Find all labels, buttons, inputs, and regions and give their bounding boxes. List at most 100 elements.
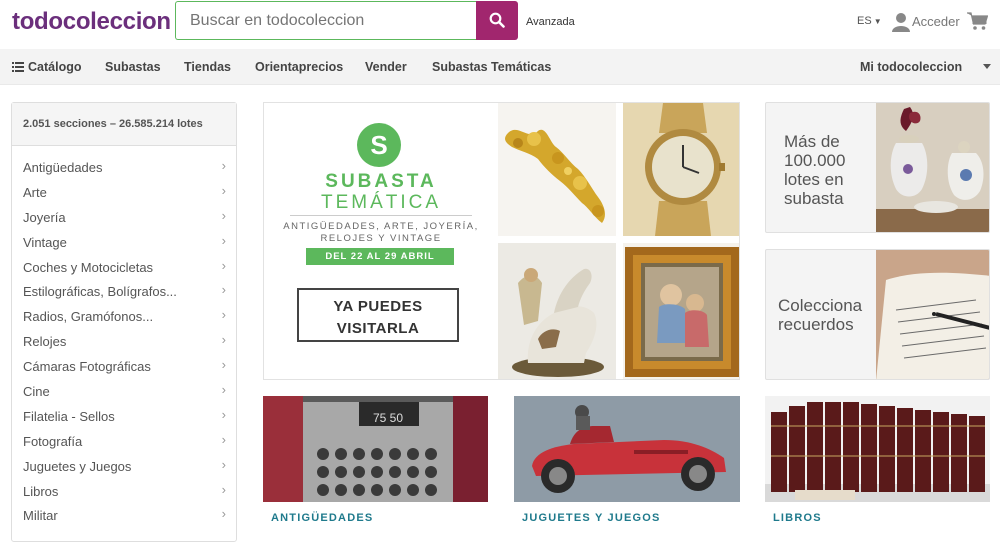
category-label: Relojes: [23, 334, 67, 350]
category-label: Cine: [23, 384, 50, 400]
chevron-right-icon: ›: [221, 207, 226, 223]
toy-race-car-image: [514, 396, 740, 502]
promo-text: Colecciona recuerdos: [778, 296, 862, 334]
divider: [290, 215, 472, 216]
tile-juguetes-y-juegos[interactable]: JUGUETES Y JUEGOS: [514, 396, 740, 530]
nav-mi-todocoleccion[interactable]: Mi todocoleccion: [860, 60, 962, 74]
chevron-right-icon: ›: [221, 232, 226, 248]
category-label: Joyería: [23, 209, 66, 225]
user-icon[interactable]: [892, 12, 910, 32]
chevron-right-icon: ›: [221, 182, 226, 198]
chevron-right-icon: ›: [221, 406, 226, 422]
account-caret-icon[interactable]: [983, 64, 991, 69]
tile-libros[interactable]: LIBROS: [765, 396, 990, 530]
category-label: Radios, Gramófonos...: [23, 309, 154, 325]
nav-subastas[interactable]: Subastas: [105, 60, 161, 74]
logo[interactable]: todocoleccion: [12, 8, 171, 36]
nav-orientaprecios[interactable]: Orientaprecios: [255, 60, 343, 74]
category-label: Juguetes y Juegos: [23, 458, 132, 474]
category-item[interactable]: Militar ›: [12, 500, 236, 525]
list-icon: [12, 62, 24, 72]
promo-text: Más de 100.000 lotes en subasta: [784, 132, 845, 208]
category-item[interactable]: Coches y Motocicletas ›: [12, 252, 236, 277]
svg-text:75 50: 75 50: [373, 411, 403, 425]
chevron-right-icon: ›: [221, 506, 226, 522]
nav-tiendas[interactable]: Tiendas: [184, 60, 231, 74]
caret-down-icon: ▼: [873, 17, 882, 26]
category-list: Antigüedades › Arte › Joyería › Vintage › Co…: [12, 146, 236, 525]
category-item[interactable]: Antigüedades ›: [12, 152, 236, 177]
chevron-right-icon: ›: [221, 431, 226, 447]
category-item[interactable]: Joyería ›: [12, 202, 236, 227]
banner-subtitle: ANTIGÜEDADES, ARTE, JOYERÍA, RELOJES Y V…: [283, 221, 479, 244]
language-label: ES: [857, 15, 872, 27]
search-input[interactable]: [175, 1, 476, 40]
top-bar: todocoleccion Avanzada ES▼ Acceder: [0, 0, 1000, 48]
category-item[interactable]: Fotografía ›: [12, 426, 236, 451]
letter-and-pen-image: [876, 250, 989, 379]
sidebar-header: 2.051 secciones – 26.585.214 lotes: [12, 103, 236, 146]
subasta-logo-icon: S: [357, 123, 401, 167]
category-label: Libros: [23, 483, 59, 499]
nav-subastas-tematicas[interactable]: Subastas Temáticas: [432, 60, 551, 74]
language-selector[interactable]: ES ▼: [857, 15, 882, 27]
tile-caption: LIBROS: [773, 512, 822, 524]
login-link[interactable]: Acceder: [912, 14, 960, 29]
search-button[interactable]: [476, 1, 518, 40]
category-item[interactable]: Cámaras Fotográficas ›: [12, 351, 236, 376]
nav-catalogo-label: Catálogo: [28, 60, 82, 74]
promo-collect-memories[interactable]: Colecciona recuerdos: [765, 249, 990, 380]
chevron-right-icon: ›: [221, 307, 226, 323]
category-label: Antigüedades: [23, 160, 103, 175]
chevron-right-icon: ›: [221, 282, 226, 298]
books-image: [765, 396, 990, 502]
banner-dates: DEL 22 AL 29 ABRIL: [306, 248, 454, 265]
category-label: Estilográficas, Bolígrafos...: [23, 284, 177, 300]
promo-auction-lots[interactable]: Más de 100.000 lotes en subasta: [765, 102, 990, 233]
tile-caption: ANTIGÜEDADES: [271, 512, 374, 524]
auction-banner[interactable]: S SUBASTA TEMÁTICA ANTIGÜEDADES, ARTE, J…: [263, 102, 740, 380]
category-item[interactable]: Libros ›: [12, 476, 236, 501]
tile-antiguedades[interactable]: 75 50 ANTIGÜEDADES: [263, 396, 488, 530]
chevron-right-icon: ›: [221, 158, 226, 173]
cart-icon[interactable]: [967, 12, 988, 31]
main-nav: Catálogo Subastas Tiendas Orientaprecios…: [0, 49, 1000, 85]
category-label: Fotografía: [23, 433, 83, 449]
category-item[interactable]: Relojes ›: [12, 326, 236, 351]
category-label: Arte: [23, 184, 47, 200]
promo-line: lotes en: [784, 170, 844, 189]
category-item[interactable]: Vintage ›: [12, 227, 236, 252]
promo-line: subasta: [784, 189, 844, 208]
visit-button-line2: VISITARLA: [336, 320, 420, 337]
porcelain-vases-image: [876, 103, 989, 232]
category-sidebar: 2.051 secciones – 26.585.214 lotes Antig…: [11, 102, 237, 542]
banner-title-2: TEMÁTICA: [320, 192, 442, 213]
search-icon: [489, 12, 505, 28]
visit-button[interactable]: YA PUEDES VISITARLA: [297, 288, 459, 342]
category-item[interactable]: Arte ›: [12, 177, 236, 202]
promo-line: Más de: [784, 132, 840, 151]
nav-vender[interactable]: Vender: [365, 60, 407, 74]
category-label: Militar: [23, 508, 58, 524]
chevron-right-icon: ›: [221, 456, 226, 472]
cash-register-image: 75 50: [263, 396, 488, 502]
wristwatch-image: [623, 103, 739, 236]
category-item[interactable]: Radios, Gramófonos... ›: [12, 301, 236, 326]
nav-catalogo[interactable]: Catálogo: [12, 60, 81, 74]
tile-caption: JUGUETES Y JUEGOS: [522, 512, 661, 524]
category-item[interactable]: Estilográficas, Bolígrafos... ›: [12, 276, 236, 301]
chevron-right-icon: ›: [221, 357, 226, 373]
category-label: Filatelia - Sellos: [23, 408, 115, 424]
category-label: Coches y Motocicletas: [23, 259, 154, 275]
porcelain-horse-figure-image: [498, 243, 616, 379]
banner-title: SUBASTA: [325, 171, 437, 192]
promo-line: recuerdos: [778, 315, 854, 334]
category-item[interactable]: Filatelia - Sellos ›: [12, 401, 236, 426]
visit-button-line1: YA PUEDES: [333, 298, 423, 315]
category-item[interactable]: Juguetes y Juegos ›: [12, 451, 236, 476]
chevron-right-icon: ›: [221, 257, 226, 273]
category-label: Cámaras Fotográficas: [23, 359, 151, 375]
category-item[interactable]: Cine ›: [12, 376, 236, 401]
advanced-search-link[interactable]: Avanzada: [526, 16, 575, 28]
framed-painting-image: [623, 243, 739, 379]
